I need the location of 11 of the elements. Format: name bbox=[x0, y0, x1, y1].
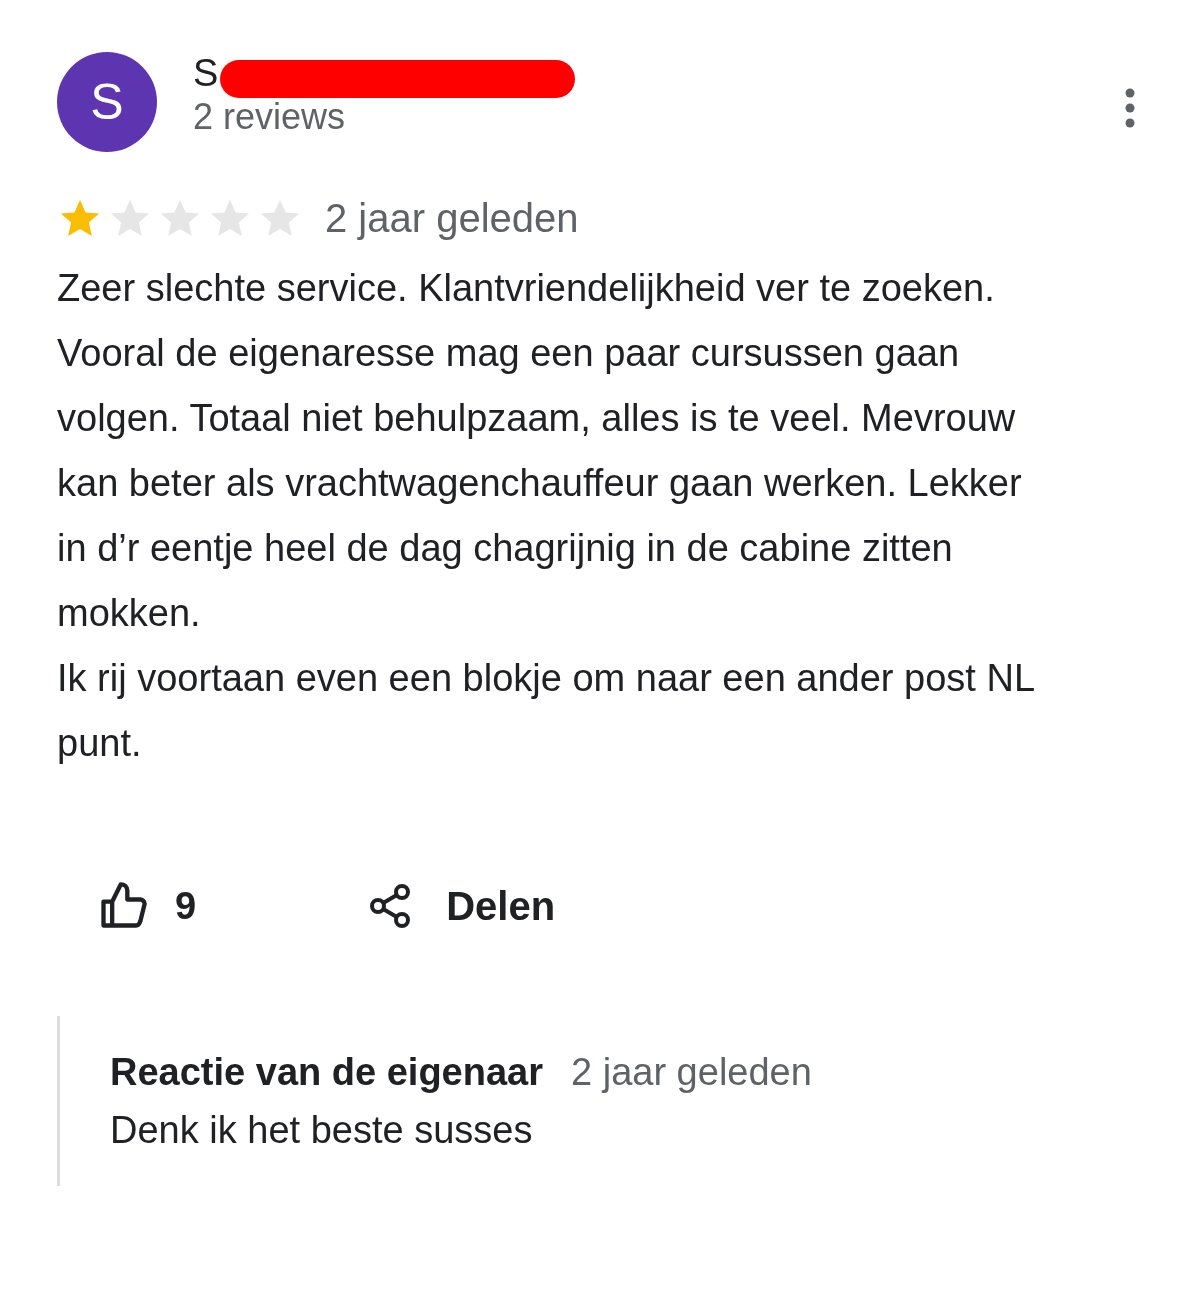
reply-time: 2 jaar geleden bbox=[571, 1050, 812, 1095]
review-time: 2 jaar geleden bbox=[325, 195, 579, 242]
share-button[interactable]: Delen bbox=[366, 876, 556, 936]
avatar[interactable]: S bbox=[57, 52, 157, 152]
author-name[interactable]: S bbox=[193, 52, 219, 94]
reply-title: Reactie van de eigenaar bbox=[110, 1050, 543, 1095]
like-button[interactable]: 9 bbox=[97, 877, 197, 935]
review-count[interactable]: 2 reviews bbox=[193, 94, 1125, 140]
reply-text: Denk ik het beste susses bbox=[110, 1108, 534, 1153]
more-options-icon[interactable] bbox=[1125, 88, 1135, 128]
review-text: Zeer slechte service. Klantvriendelijkheid ver te zoeken. Vooral de eigenaresse mag een paar cursussen gaan volgen. Totaal niet behulpzaam, alles is te veel. Mevrouw kan beter als vrachtwagenchauffeur gaan werken. Lekker in d’r eentje heel de dag chagrijnig in de cabine zitten mokken. Ik rij voortaan even een blokje om naar een ander post NL punt. bbox=[57, 266, 1035, 766]
